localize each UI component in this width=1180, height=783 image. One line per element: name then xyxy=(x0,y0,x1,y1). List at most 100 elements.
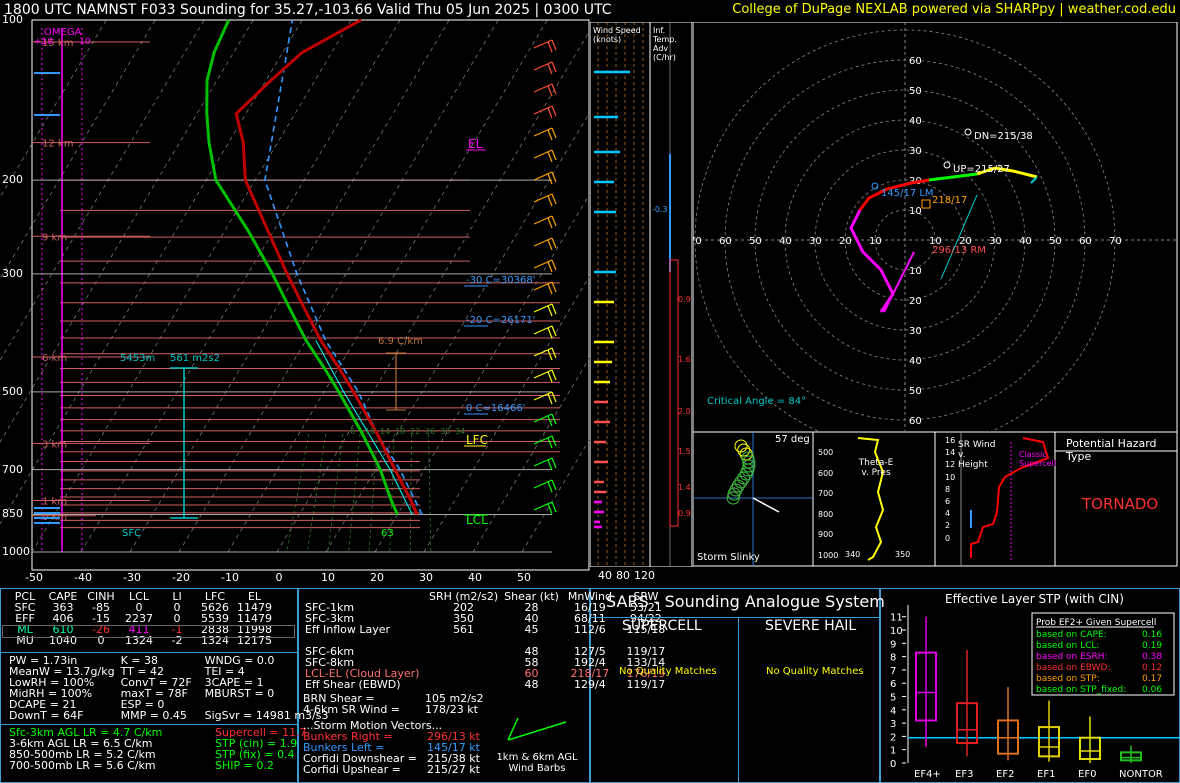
temp-tick: -10 xyxy=(221,571,239,584)
stp-ytick: 1 xyxy=(890,746,896,757)
adv-value: 1.4 xyxy=(678,483,691,492)
adv-value: 1.5 xyxy=(678,447,691,456)
left-mover-label: 145/17 LM xyxy=(881,188,934,199)
sars-hail-matches: No Quality Matches xyxy=(766,666,864,677)
stp-legend-label: based on EBWD: xyxy=(1036,663,1111,673)
stp-legend-label: based on CAPE: xyxy=(1036,630,1107,640)
theta-e-xtick: 340 xyxy=(845,550,861,559)
storm-motion-value: 215/27 kt xyxy=(427,763,480,776)
hodo-ring-label: 10 xyxy=(909,206,922,217)
ml-row-highlight xyxy=(2,625,295,638)
hodo-ring-label: 10 xyxy=(909,266,922,277)
hodo-ring-label: 10 xyxy=(869,236,882,247)
wind-speed-tick: 120 xyxy=(634,569,655,582)
stp-box-EF3 xyxy=(956,649,978,757)
kin-row: Eff Inflow Layer 561 45 112/6 115/18 xyxy=(302,624,674,635)
kin-cell xyxy=(426,635,501,646)
right-mover-label: 296/13 RM xyxy=(932,245,986,256)
stp-ytick: 6 xyxy=(890,679,896,690)
mixing-ratio-label: 18 xyxy=(395,427,405,436)
up-label: UP=215/27 xyxy=(953,164,1010,175)
omega-scale-neg: -10 xyxy=(76,37,91,47)
pressure-tick: 100 xyxy=(2,13,23,26)
hodo-ring-label: 70 xyxy=(693,236,702,247)
adv-value: 1.6 xyxy=(678,355,691,364)
hodo-ring-label: 60 xyxy=(1079,236,1092,247)
stp-ytick: 5 xyxy=(890,693,896,704)
kin-cell: 48 xyxy=(524,678,539,691)
temp-tick: 50 xyxy=(517,571,531,584)
stp-category: EF1 xyxy=(1037,769,1055,780)
temp-tick: -20 xyxy=(172,571,190,584)
stp-ytick: 2 xyxy=(890,732,896,743)
hodo-ring-label: 40 xyxy=(909,116,922,127)
stp-legend-value: 0.16 xyxy=(1142,630,1162,640)
stp-legend-label: based on LCL: xyxy=(1036,641,1099,651)
kin-cell xyxy=(426,657,501,668)
temp-tick: -40 xyxy=(74,571,92,584)
sr46-label: 4-6km SR Wind = xyxy=(303,703,401,716)
mixing-ratio-label: 14 xyxy=(380,427,390,436)
temp-tick: 20 xyxy=(370,571,384,584)
agl-wind-barbs xyxy=(507,717,567,741)
indices-table: PW = 1.73in K = 38 WNDG = 0.0 MeanW = 13.7g… xyxy=(6,655,331,721)
hodo-ring-label: 40 xyxy=(909,356,922,367)
stp-legend-label: based on STP_fixed: xyxy=(1036,685,1126,695)
kin-cell: 129/4 xyxy=(574,678,606,691)
hodo-ring-label: 60 xyxy=(719,236,732,247)
skewt-panel: 15 km12 km9 km6 km3 km1 km0 kmOMEGA+10-1… xyxy=(0,18,592,571)
kin-cell: Eff Shear (EBWD) xyxy=(305,678,401,691)
wind-speed-title: Wind Speed (knots) xyxy=(593,26,641,44)
inf-adv-title: Inf. Temp. Adv (C/hr) xyxy=(653,26,677,62)
srwind-ytick: 12 xyxy=(945,460,956,470)
adv-value: -0.3 xyxy=(652,205,668,214)
sr46-value: 178/23 kt xyxy=(425,703,478,716)
temp-tick: 30 xyxy=(419,571,433,584)
mixing-ratio-label: 34 xyxy=(455,427,465,436)
barb-6km xyxy=(507,721,567,741)
height-label: 9 km xyxy=(42,232,67,243)
kin-cell: Eff Inflow Layer xyxy=(305,623,391,636)
omega-scale-pos: +10 xyxy=(34,37,53,47)
stp-ytick: 4 xyxy=(890,706,896,717)
theta-e-xtick: 350 xyxy=(895,550,911,559)
stp-legend-value: 0.12 xyxy=(1142,663,1162,673)
slinky-angle: 57 deg xyxy=(775,434,810,445)
kin-row: SFC-6km 48 127/5 119/17 xyxy=(302,646,674,657)
theta-e-ytick: 1000 xyxy=(818,550,839,560)
height-label: 6 km xyxy=(42,353,67,364)
eff-inflow-height: 5453m xyxy=(120,353,155,364)
hodo-ring-label: 30 xyxy=(809,236,822,247)
storm-motion-label: Corfidi Upshear = xyxy=(303,763,401,776)
theta-e-ytick: 500 xyxy=(818,448,834,457)
hgz-label: 0 C=16466' xyxy=(466,403,525,414)
mixing-ratio-label: 26 xyxy=(425,427,435,436)
mixing-ratio-label: 22 xyxy=(410,427,420,436)
temp-tick: 0 xyxy=(275,571,283,584)
stp-legend-value: 0.17 xyxy=(1142,674,1162,684)
kin-cell xyxy=(426,646,501,657)
stp-legend-value: 0.38 xyxy=(1142,652,1162,662)
temp-tick: -50 xyxy=(25,571,43,584)
stp-title: Effective Layer STP (with CIN) xyxy=(945,592,1124,606)
srwind-ytick: 6 xyxy=(945,497,951,506)
hodo-ring-label: 50 xyxy=(909,386,922,397)
hodo-ring-label: 40 xyxy=(779,236,792,247)
credit-text: College of DuPage NEXLAB powered via SHA… xyxy=(732,2,1176,17)
kin-cell: 45 xyxy=(524,623,539,636)
kin-cell: 119/17 xyxy=(626,678,666,691)
stp-legend-value: 0.19 xyxy=(1142,641,1162,651)
pressure-tick: 700 xyxy=(2,462,23,476)
srwind-ytick: 4 xyxy=(945,509,951,519)
hodo-ring-label: 70 xyxy=(1109,236,1122,247)
hodo-ring-label: 30 xyxy=(989,236,1002,247)
srwind-ytick: 14 xyxy=(945,448,956,458)
hgz-label: -20 C=26171' xyxy=(466,315,535,326)
stp-box-EF1 xyxy=(1038,700,1060,762)
kin-cell xyxy=(426,668,501,679)
stp-box-EF2 xyxy=(997,687,1019,761)
temp-tick: -30 xyxy=(123,571,141,584)
sounding-title: 1800 UTC NAMNST F033 Sounding for 35.27,… xyxy=(4,2,612,18)
pressure-tick: 300 xyxy=(2,266,23,280)
sars-supercell-matches: No Quality Matches xyxy=(619,666,717,677)
